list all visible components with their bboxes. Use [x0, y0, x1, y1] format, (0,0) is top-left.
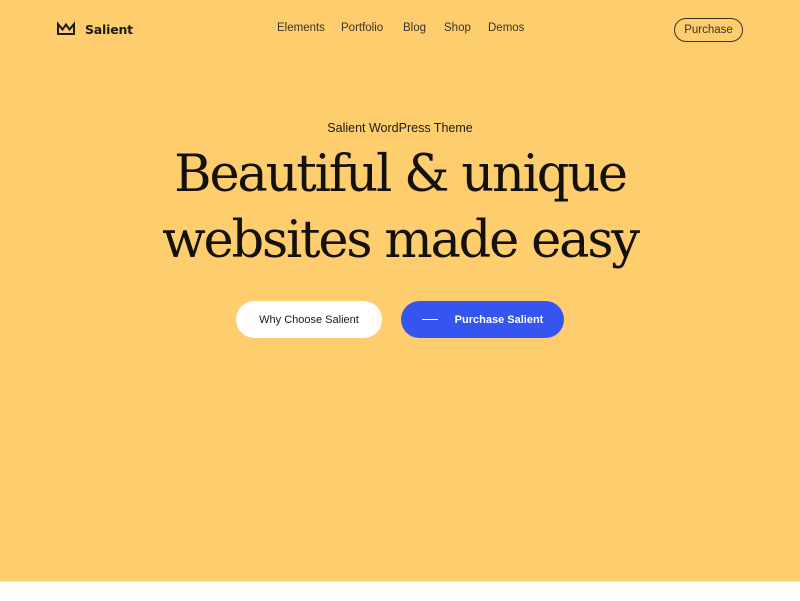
crown-icon	[57, 21, 75, 35]
dash-line-icon	[421, 319, 438, 320]
nav-item-blog[interactable]: Blog	[403, 22, 444, 34]
purchase-salient-label: Purchase Salient	[454, 313, 544, 326]
hero-eyebrow: Salient WordPress Theme	[327, 121, 473, 135]
headline-line-1: Beautiful & unique	[174, 145, 628, 204]
hero-headline: Beautiful & unique websites made easy	[0, 142, 800, 274]
nav-item-elements[interactable]: Elements	[277, 22, 341, 34]
why-choose-button[interactable]: Why Choose Salient	[236, 301, 382, 338]
headline-line-2: websites made easy	[162, 211, 640, 270]
hero-section: Salient Elements Portfolio Blog Shop Dem…	[0, 0, 800, 581]
brand-logo[interactable]: Salient	[56, 21, 133, 37]
nav-item-demos[interactable]: Demos	[488, 22, 528, 34]
brand-name: Salient	[85, 21, 133, 37]
main-nav: Elements Portfolio Blog Shop Demos	[277, 22, 528, 34]
header-purchase-button[interactable]: Purchase	[674, 18, 743, 42]
nav-item-portfolio[interactable]: Portfolio	[341, 22, 403, 34]
next-section	[0, 581, 800, 601]
purchase-salient-button[interactable]: Purchase Salient	[401, 301, 564, 338]
nav-item-shop[interactable]: Shop	[444, 22, 488, 34]
